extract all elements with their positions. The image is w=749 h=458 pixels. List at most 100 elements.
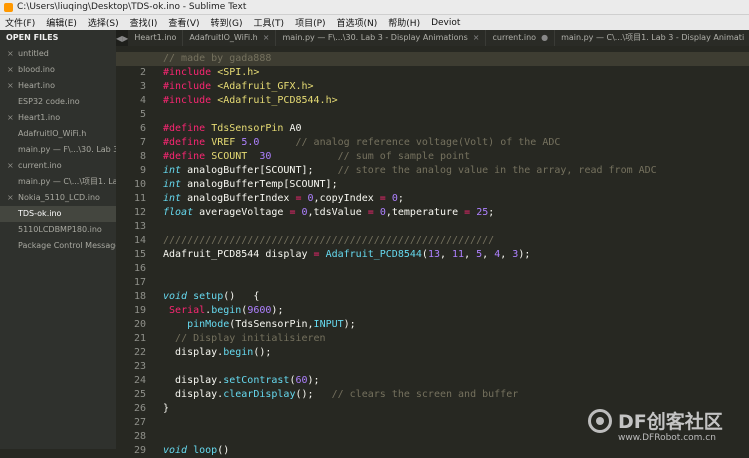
dfrobot-watermark: DF创客社区 www.DFRobot.com.cn xyxy=(588,405,748,449)
menu-item[interactable]: 帮助(H) xyxy=(383,16,426,29)
sidebar-file-item[interactable]: Package Control Messages xyxy=(0,238,116,254)
tab-label: main.py — F\...\30. Lab 3 - Display Anim… xyxy=(282,33,468,42)
code-line: Serial.begin(9600); xyxy=(163,304,283,318)
code-line: #define VREF 5.0 // analog reference vol… xyxy=(163,136,560,150)
code-line: display.setContrast(60); xyxy=(163,374,320,388)
code-token: A0 xyxy=(283,123,302,134)
window-titlebar: C:\Users\liuqing\Desktop\TDS-ok.ino - Su… xyxy=(0,0,749,15)
code-token: #include xyxy=(163,95,212,106)
tab-close-icon[interactable]: × xyxy=(473,30,480,46)
line-number: 24 xyxy=(133,375,146,386)
tab-label: current.ino xyxy=(492,33,537,42)
editor-tab[interactable]: Heart1.ino xyxy=(128,30,184,46)
close-file-icon[interactable]: × xyxy=(7,46,14,62)
code-token: <SPI.h> xyxy=(217,67,260,78)
sidebar-file-item[interactable]: ESP32 code.ino xyxy=(0,94,116,110)
code-token: , xyxy=(439,249,453,260)
code-line: Adafruit_PCD8544 display = Adafruit_PCD8… xyxy=(163,248,530,262)
open-files-header: OPEN FILES xyxy=(6,33,59,42)
line-number: 20 xyxy=(133,319,146,330)
close-file-icon[interactable]: × xyxy=(7,78,14,94)
sidebar-file-item[interactable]: main.py — F\...\30. Lab 3 - Dis xyxy=(0,142,116,158)
code-line: display.clearDisplay(); // clears the sc… xyxy=(163,388,518,402)
code-token: void xyxy=(163,445,188,456)
code-token: ; xyxy=(488,207,495,218)
code-token: int xyxy=(163,165,182,176)
line-number: 15 xyxy=(133,249,146,260)
code-line: #define TdsSensorPin A0 xyxy=(163,122,302,136)
code-token: ////////////////////////////////////////… xyxy=(163,235,495,246)
watermark-url: www.DFRobot.com.cn xyxy=(618,433,716,443)
menu-bar: 文件(F) 编辑(E) 选择(S) 查找(I) 查看(V) 转到(G) 工具(T) 项目(P)… xyxy=(0,15,749,30)
close-file-icon[interactable]: × xyxy=(7,190,14,206)
tab-label: main.py — C\...\项目1. Lab 3 - Display Ani… xyxy=(561,33,745,42)
close-file-icon[interactable]: × xyxy=(7,110,14,126)
sidebar-file-item[interactable]: × Nokia_5110_LCD.ino xyxy=(0,190,116,206)
line-number: 26 xyxy=(133,403,146,414)
menu-item[interactable]: 项目(P) xyxy=(290,16,331,29)
sidebar-file-label: current.ino xyxy=(18,161,62,170)
code-line: void setup() { xyxy=(163,290,259,304)
code-token: <Adafruit_PCD8544.h> xyxy=(217,95,338,106)
menu-item[interactable]: 查看(V) xyxy=(163,16,205,29)
editor-tab[interactable]: AdafruitIO_WiFi.h × xyxy=(183,30,277,46)
sidebar-file-item[interactable]: × Heart1.ino xyxy=(0,110,116,126)
line-number-gutter: 1234567891011121314151617181920212223242… xyxy=(116,46,156,456)
sidebar-file-item[interactable]: TDS-ok.ino xyxy=(0,206,116,222)
menu-item[interactable]: 选择(S) xyxy=(83,16,125,29)
code-token: begin xyxy=(223,347,254,358)
sidebar-file-item[interactable]: 5110LCDBMP180.ino xyxy=(0,222,116,238)
editor-tab[interactable]: main.py — C\...\项目1. Lab 3 - Display Ani… xyxy=(555,30,749,46)
tab-label: Heart1.ino xyxy=(134,33,177,42)
code-token: ); xyxy=(343,319,356,330)
editor-tab[interactable]: current.ino ● xyxy=(486,30,556,46)
menu-item[interactable]: 文件(F) xyxy=(0,16,41,29)
line-number: 28 xyxy=(133,431,146,442)
tab-label: AdafruitIO_WiFi.h xyxy=(189,33,258,42)
code-line: int analogBufferTemp[SCOUNT]; xyxy=(163,178,338,192)
menu-item[interactable]: 转到(G) xyxy=(206,16,249,29)
sidebar-file-label: Heart1.ino xyxy=(18,113,61,122)
tab-close-icon[interactable]: ● xyxy=(541,30,548,46)
sidebar-file-label: AdafruitIO_WiFi.h xyxy=(18,129,87,138)
open-files-list: × untitled × blood.ino × Heart.ino ESP32 code.… xyxy=(0,46,116,254)
menu-item[interactable]: 工具(T) xyxy=(249,16,291,29)
code-line: void loop() xyxy=(163,444,229,458)
tab-close-icon[interactable]: × xyxy=(263,30,270,46)
close-file-icon[interactable]: × xyxy=(7,158,14,174)
code-token: setContrast xyxy=(223,375,290,386)
sidebar-file-item[interactable]: AdafruitIO_WiFi.h xyxy=(0,126,116,142)
sidebar-file-item[interactable]: × current.ino xyxy=(0,158,116,174)
line-number: 25 xyxy=(133,389,146,400)
code-line: #include <Adafruit_PCD8544.h> xyxy=(163,94,338,108)
sidebar-file-item[interactable]: × Heart.ino xyxy=(0,78,116,94)
code-token: <Adafruit_GFX.h> xyxy=(217,81,314,92)
code-token: // Display initialisieren xyxy=(175,333,326,344)
code-token: analogBufferTemp[SCOUNT]; xyxy=(181,179,338,190)
line-number: 19 xyxy=(133,305,146,316)
code-token: Adafruit_PCD8544 xyxy=(325,249,422,260)
line-number: 3 xyxy=(139,81,146,92)
code-token: VREF xyxy=(211,137,236,148)
sidebar-file-item[interactable]: × untitled xyxy=(0,46,116,62)
close-file-icon[interactable]: × xyxy=(7,62,14,78)
menu-item[interactable]: 查找(I) xyxy=(125,16,164,29)
menu-item[interactable]: 编辑(E) xyxy=(41,16,83,29)
editor-tab[interactable]: main.py — F\...\30. Lab 3 - Display Anim… xyxy=(276,30,487,46)
sidebar-file-item[interactable]: × blood.ino xyxy=(0,62,116,78)
sidebar-file-item[interactable]: main.py — C\...\项目1. Lab xyxy=(0,174,116,190)
menu-item[interactable]: Deviot xyxy=(426,18,466,28)
line-number: 8 xyxy=(139,151,146,162)
line-number: 13 xyxy=(133,221,146,232)
line-number: 10 xyxy=(133,179,146,190)
code-token: // sum of sample point xyxy=(337,151,471,162)
code-token: (TdsSensorPin, xyxy=(229,319,314,330)
menu-item[interactable]: 首选项(N) xyxy=(332,16,384,29)
code-token: // analog reference voltage(Volt) of the… xyxy=(295,137,561,148)
code-token: void xyxy=(163,291,188,302)
sidebar-file-label: 5110LCDBMP180.ino xyxy=(18,225,102,234)
code-line: #include <Adafruit_GFX.h> xyxy=(163,80,314,94)
